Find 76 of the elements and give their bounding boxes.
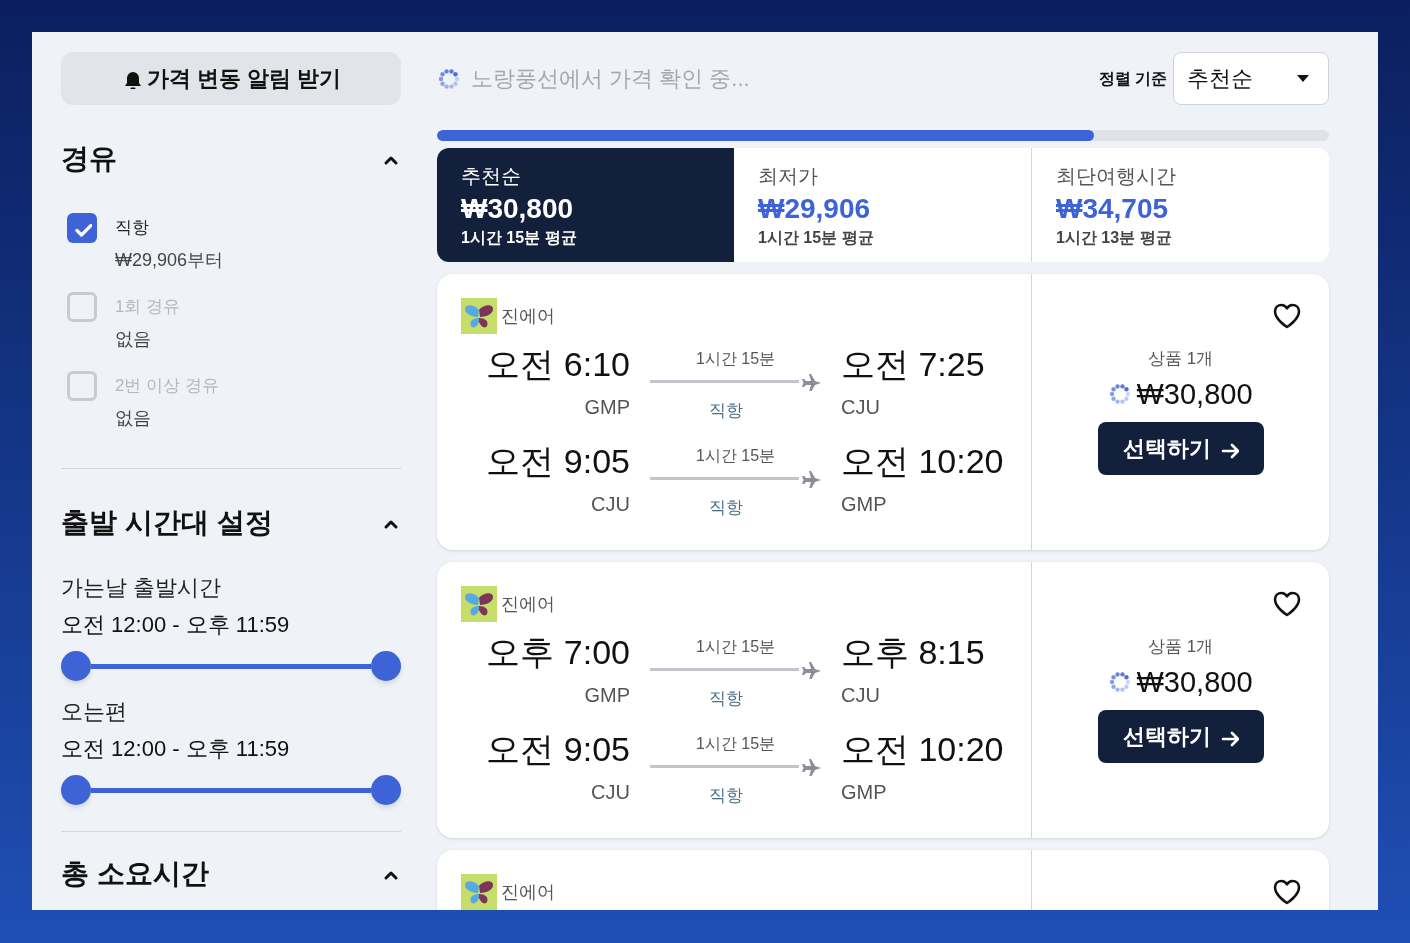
departure-time: 오전 9:05	[486, 441, 630, 482]
spinner-icon	[437, 66, 461, 91]
airline-logo	[461, 874, 497, 910]
flight-duration: 1시간 15분	[695, 637, 776, 657]
spinner-icon	[1108, 670, 1133, 694]
plane-icon	[801, 659, 821, 679]
airport-code: CJU	[841, 395, 880, 420]
airport-code: GMP	[841, 492, 887, 517]
stops-text: 직항	[708, 688, 744, 710]
tab-price: ₩29,906	[758, 192, 871, 226]
tab-duration: 1시간 13분 평균	[1056, 228, 1172, 248]
fare-price: ₩30,800	[1136, 665, 1253, 700]
fare-price: ₩30,800	[1136, 377, 1253, 412]
option-price: ₩29,906부터	[115, 249, 224, 272]
offer-count: 상품 1개	[1147, 636, 1214, 658]
airport-code: GMP	[841, 780, 887, 805]
flight-duration: 1시간 15분	[695, 734, 776, 754]
sort-label: 정렬 기준	[1098, 68, 1167, 89]
spinner-icon	[1108, 382, 1133, 406]
airline-logo	[461, 586, 497, 622]
airport-code: CJU	[591, 780, 630, 805]
stops-text: 직항	[708, 785, 744, 807]
stops-text: 직항	[708, 400, 744, 422]
tab-price: ₩30,800	[461, 192, 574, 226]
offer-count: 상품 1개	[1147, 348, 1214, 370]
tab-price: ₩34,705	[1056, 192, 1169, 226]
price-alert-button[interactable]: 가격 변동 알림 받기	[61, 52, 401, 105]
slider-thumb[interactable]	[61, 775, 91, 805]
flight-duration: 1시간 15분	[695, 349, 776, 369]
arrival-time: 오전 10:20	[841, 729, 1004, 770]
slider-thumb[interactable]	[371, 651, 401, 681]
arrival-time: 오후 8:15	[841, 632, 985, 673]
plane-icon	[801, 371, 821, 391]
tab-label: 최저가	[758, 164, 818, 189]
departure-time: 오후 7:00	[486, 632, 630, 673]
tab-duration: 1시간 15분 평균	[461, 228, 577, 248]
tab-label: 최단여행시간	[1056, 164, 1176, 189]
departure-time: 오전 9:05	[486, 729, 630, 770]
sort-dropdown[interactable]: 추천순	[1173, 52, 1329, 105]
option-price: 없음	[115, 328, 152, 351]
select-button[interactable]: 선택하기	[1097, 710, 1264, 763]
option-label: 2번 이상 경유	[115, 375, 219, 397]
flight-duration: 1시간 15분	[695, 446, 776, 466]
stops-text: 직항	[708, 497, 744, 519]
checkbox[interactable]	[67, 213, 97, 243]
airline-name: 진에어	[501, 592, 555, 616]
section-title: 총 소요시간	[61, 857, 209, 891]
slider-thumb[interactable]	[61, 651, 91, 681]
airline-name: 진에어	[501, 304, 555, 328]
arrival-time: 오전 7:25	[841, 344, 985, 385]
airport-code: CJU	[841, 683, 880, 708]
loading-status-text: 노랑풍선에서 가격 확인 중...	[471, 65, 750, 93]
tab-duration: 1시간 15분 평균	[758, 228, 874, 248]
time-range-text: 오전 12:00 - 오후 11:59	[61, 735, 291, 763]
plane-icon	[801, 756, 821, 776]
slider-label: 오는편	[61, 698, 128, 726]
airport-code: GMP	[584, 395, 630, 420]
departure-time: 오전 6:10	[486, 344, 630, 385]
select-button[interactable]: 선택하기	[1097, 422, 1264, 475]
tab-label: 추천순	[461, 164, 521, 189]
airport-code: CJU	[591, 492, 630, 517]
airline-name: 진에어	[501, 880, 555, 904]
plane-icon	[801, 468, 821, 488]
arrival-time: 오전 10:20	[841, 441, 1004, 482]
slider-label: 가는날 출발시간	[61, 574, 223, 602]
section-title: 출발 시간대 설정	[61, 506, 273, 540]
section-title: 경유	[61, 142, 117, 176]
option-label: 1회 경유	[115, 296, 181, 318]
airport-code: GMP	[584, 683, 630, 708]
sort-tab[interactable]: 추천순 ₩30,800 1시간 15분 평균	[437, 148, 734, 262]
slider-thumb[interactable]	[371, 775, 401, 805]
option-label: 직항	[115, 217, 150, 239]
time-range-text: 오전 12:00 - 오후 11:59	[61, 611, 291, 639]
sort-tab[interactable]: 최단여행시간 ₩34,705 1시간 13분 평균	[1031, 148, 1329, 262]
airline-logo	[461, 298, 497, 334]
option-price: 없음	[115, 407, 152, 430]
